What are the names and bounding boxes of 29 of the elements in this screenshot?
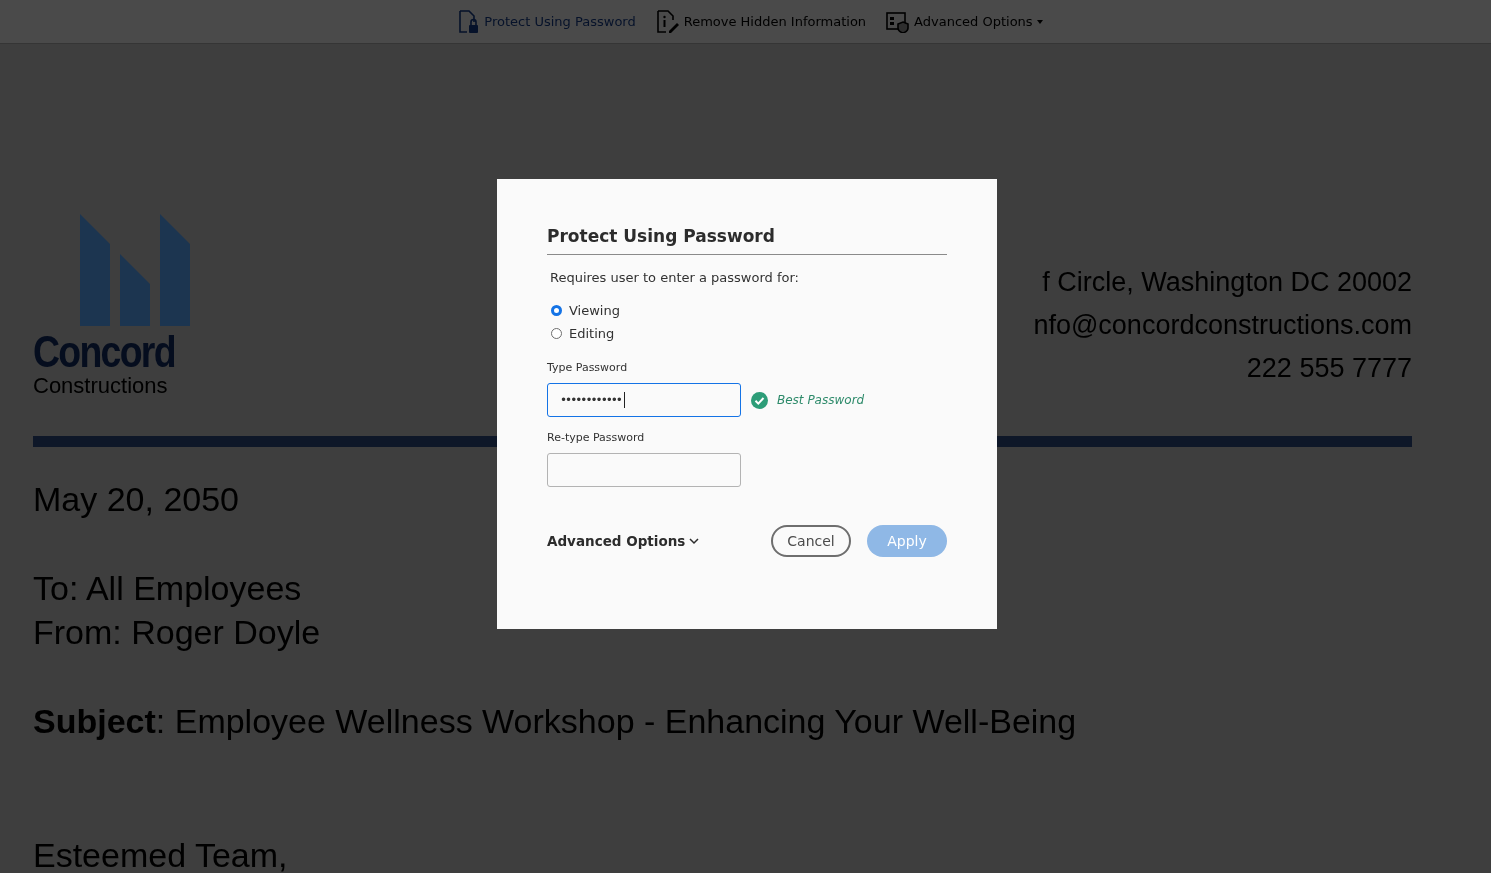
letter-date: May 20, 2050 [33, 479, 240, 520]
letter-subject: Subject: Employee Wellness Workshop - Enhancing Your Well-Being [33, 701, 1077, 742]
dialog-title: Protect Using Password [547, 226, 947, 255]
address-line: nfo@concordconstructions.com [1033, 309, 1412, 342]
address-line: f Circle, Washington DC 20002 [1042, 266, 1412, 299]
password-field[interactable]: •••••••••••• [547, 383, 741, 417]
advanced-options-toggle[interactable]: Advanced Options [547, 533, 700, 549]
chevron-down-icon [689, 537, 700, 545]
building-bars-icon [80, 214, 192, 326]
radio-button[interactable] [551, 328, 562, 339]
address-line: 222 555 7777 [1246, 352, 1412, 385]
radio-option[interactable]: Viewing [551, 303, 620, 318]
logo-tagline: Constructions [33, 374, 168, 398]
cancel-button[interactable]: Cancel [771, 525, 851, 557]
letter-greeting: Esteemed Team, [33, 835, 288, 872]
radio-button[interactable] [551, 305, 562, 316]
field-label: Type Password [547, 361, 628, 374]
document-info-icon [655, 9, 680, 34]
letter-to: To: All Employees [33, 568, 302, 609]
letter-from: From: Roger Doyle [33, 612, 321, 653]
radio-option[interactable]: Editing [551, 326, 615, 341]
check-circle-icon [751, 391, 768, 409]
field-label: Re-type Password [547, 431, 645, 444]
strength-text: Best Password [777, 393, 865, 407]
retype-password-field[interactable] [547, 453, 741, 487]
dialog-instruction: Requires user to enter a password for: [550, 270, 800, 285]
settings-shield-icon [886, 10, 911, 33]
logo-name: Concord [33, 330, 175, 374]
document-lock-icon [458, 9, 481, 34]
